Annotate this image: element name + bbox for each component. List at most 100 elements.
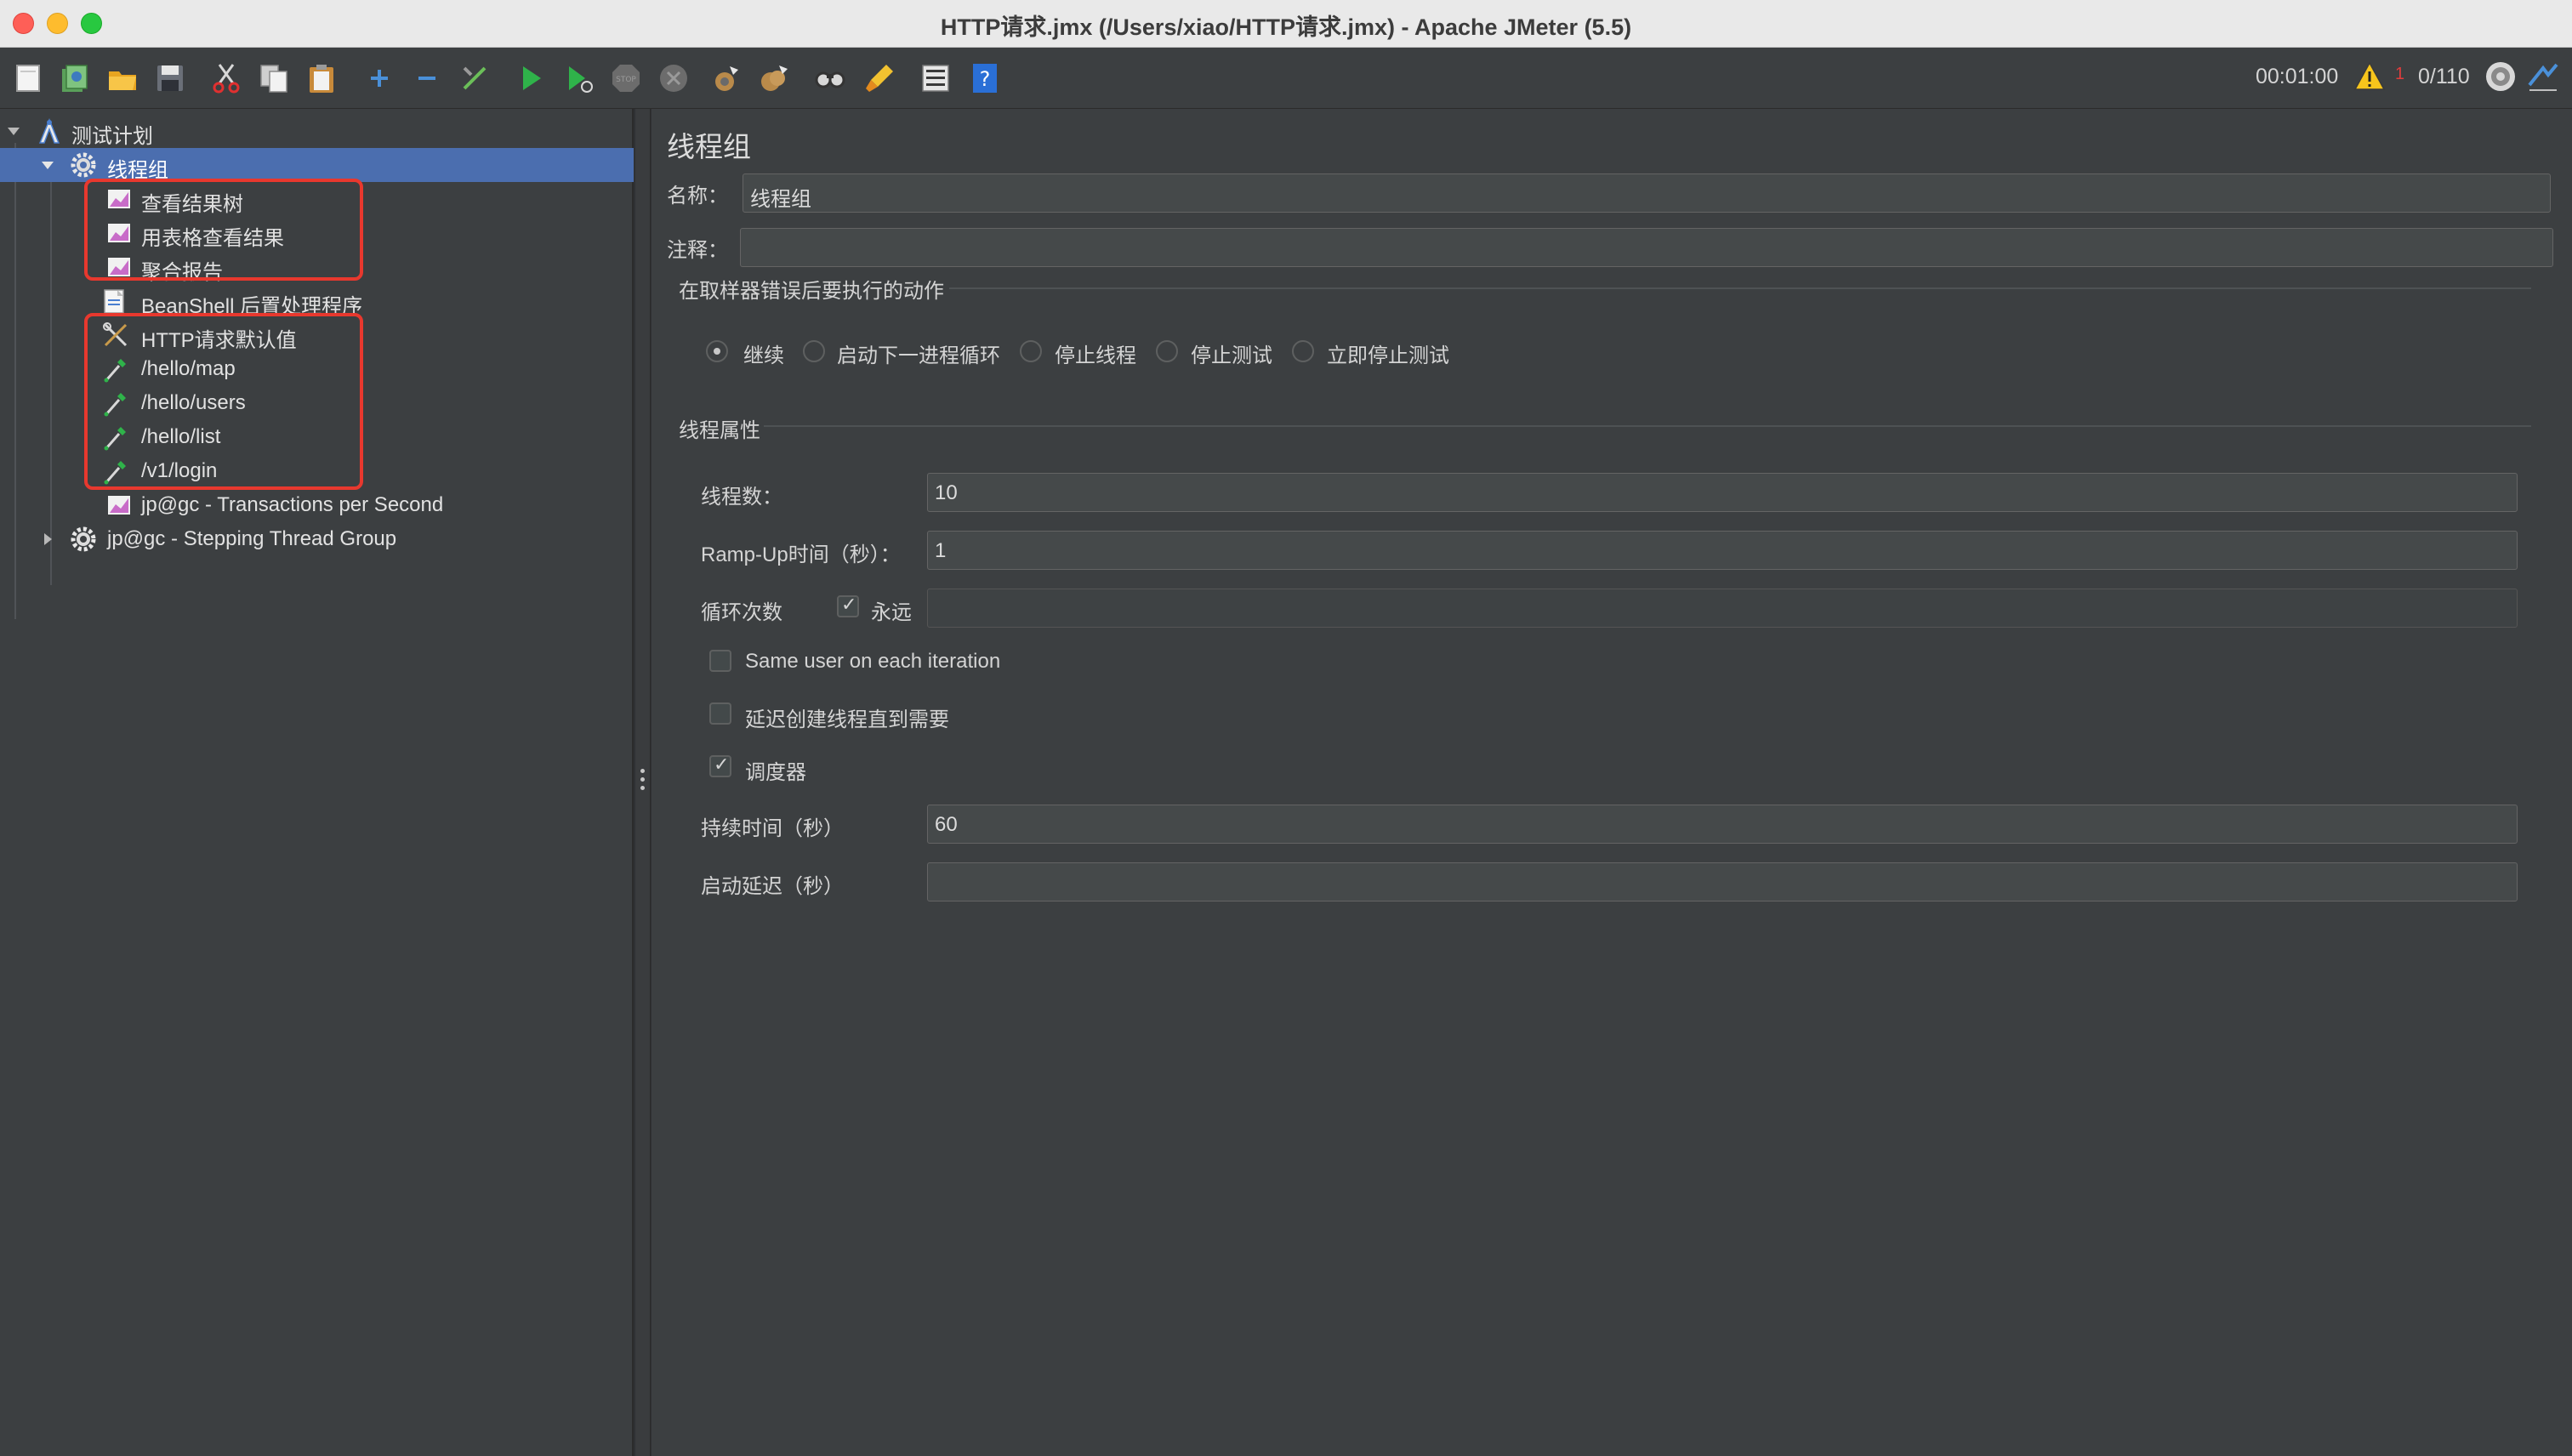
chevron-down-icon[interactable] [39, 156, 56, 173]
scheduler-checkbox[interactable]: ✓ [709, 754, 731, 777]
search-icon [815, 71, 845, 88]
same-user-label: Same user on each iteration [745, 650, 1001, 673]
elapsed-time: 00:01:00 [2256, 65, 2339, 88]
start-button[interactable] [514, 61, 548, 95]
thread-group-panel: 线程组 名称： 线程组 注释： 在取样器错误后要执行的动作 继续 启动下一进程循… [652, 109, 2572, 1456]
search-button[interactable] [813, 61, 847, 95]
function-helper-icon [922, 65, 949, 92]
window-title: HTTP请求.jmx (/Users/xiao/HTTP请求.jmx) - Ap… [940, 14, 1632, 40]
comment-label: 注释： [667, 239, 728, 262]
error-action-title: 在取样器错误后要执行的动作 [679, 280, 944, 303]
log-viewer-icon [2528, 63, 2558, 91]
chevron-down-icon[interactable] [5, 122, 22, 139]
splitter-grip [640, 777, 645, 782]
start-icon [523, 66, 541, 90]
radio-stop-thread[interactable] [1020, 340, 1042, 362]
radio-start-next-loop-label: 启动下一进程循环 [837, 344, 1000, 367]
loop-forever-label: 永远 [871, 601, 912, 624]
radio-continue[interactable] [706, 340, 728, 362]
open-icon [109, 71, 136, 90]
startup-delay-field[interactable] [927, 862, 2518, 901]
save-button[interactable] [153, 61, 187, 95]
gear-icon [2486, 62, 2515, 91]
start-no-pause-button[interactable] [561, 61, 595, 95]
chevron-right-icon[interactable] [39, 531, 56, 548]
clear-all-icon [761, 65, 788, 91]
paste-button[interactable] [304, 61, 339, 95]
cut-button[interactable] [209, 61, 243, 95]
highlight-listeners-box [84, 179, 363, 281]
group-divider [949, 287, 2531, 289]
clear-icon [715, 66, 738, 91]
toggle-button[interactable] [458, 61, 492, 95]
thread-count: 0/110 [2418, 65, 2470, 88]
function-helper-button[interactable] [919, 61, 953, 95]
log-viewer-button[interactable] [2526, 60, 2560, 94]
reset-search-button[interactable] [862, 61, 896, 95]
loop-forever-checkbox[interactable]: ✓ [837, 594, 859, 617]
tree-item-transactions-per-second[interactable]: jp@gc - Transactions per Second [0, 488, 634, 522]
cut-icon [213, 64, 240, 94]
open-button[interactable] [105, 61, 139, 95]
reset-search-icon [866, 65, 893, 92]
error-count: 1 [2395, 65, 2405, 83]
warning-button[interactable] [2353, 60, 2387, 94]
shutdown-button[interactable] [657, 61, 691, 95]
help-button[interactable]: ? [968, 61, 1002, 95]
test-plan-icon [38, 118, 60, 144]
panel-splitter[interactable] [635, 109, 651, 1456]
splitter-grip [640, 786, 645, 790]
tree-item-stepping-thread-group[interactable]: jp@gc - Stepping Thread Group [0, 522, 634, 556]
splitter-grip [640, 769, 645, 773]
stop-button[interactable]: STOP [609, 61, 643, 95]
remote-status-button[interactable] [2484, 60, 2518, 94]
tree-item-thread-group[interactable]: 线程组 [0, 148, 634, 182]
rampup-field[interactable]: 1 [927, 531, 2518, 570]
delay-create-label: 延迟创建线程直到需要 [745, 708, 949, 731]
name-label: 名称： [667, 185, 728, 208]
toggle-icon [463, 66, 487, 90]
tree-item-label: jp@gc - Stepping Thread Group [107, 527, 397, 550]
radio-stop-test-label: 停止测试 [1191, 344, 1272, 367]
svg-text:?: ? [980, 67, 991, 91]
duration-label: 持续时间（秒） [701, 817, 844, 840]
help-icon: ? [973, 64, 997, 93]
radio-stop-test-now-label: 立即停止测试 [1327, 344, 1449, 367]
radio-stop-test[interactable] [1156, 340, 1178, 362]
collapse-all-button[interactable] [410, 61, 444, 95]
tree-item-label: jp@gc - Transactions per Second [141, 493, 444, 516]
shutdown-icon [660, 65, 687, 92]
delay-create-checkbox[interactable] [709, 702, 731, 725]
expand-all-button[interactable] [362, 61, 396, 95]
copy-icon [260, 65, 287, 93]
loop-count-field[interactable] [927, 589, 2518, 628]
gear-icon [71, 152, 96, 178]
radio-start-next-loop[interactable] [803, 340, 825, 362]
threads-field[interactable]: 10 [927, 473, 2518, 512]
thread-props-title: 线程属性 [679, 419, 760, 442]
loop-count-label: 循环次数 [701, 601, 782, 624]
same-user-checkbox[interactable] [709, 650, 731, 672]
window-title-bar: HTTP请求.jmx (/Users/xiao/HTTP请求.jmx) - Ap… [0, 0, 2572, 48]
highlight-samplers-box [84, 313, 363, 490]
svg-text:STOP: STOP [616, 76, 636, 84]
copy-button[interactable] [257, 61, 291, 95]
gear-icon [71, 526, 96, 552]
name-field[interactable]: 线程组 [743, 173, 2551, 213]
clear-button[interactable] [709, 61, 743, 95]
duration-field[interactable]: 60 [927, 805, 2518, 844]
rampup-label: Ramp-Up时间（秒）： [701, 543, 901, 566]
startup-delay-label: 启动延迟（秒） [701, 875, 844, 898]
threads-label: 线程数： [701, 486, 782, 509]
paste-icon [310, 65, 333, 93]
start-no-pause-icon [569, 66, 593, 93]
templates-button[interactable] [58, 61, 92, 95]
comment-field[interactable] [740, 228, 2553, 267]
radio-stop-test-now[interactable] [1292, 340, 1314, 362]
toolbar: STOP ? 00:01:00 1 0/110 [0, 48, 2572, 109]
collapse-icon [418, 77, 435, 80]
clear-all-button[interactable] [757, 61, 791, 95]
new-icon [16, 65, 40, 92]
tree-item-test-plan[interactable]: 测试计划 [0, 114, 634, 148]
new-button[interactable] [12, 61, 46, 95]
